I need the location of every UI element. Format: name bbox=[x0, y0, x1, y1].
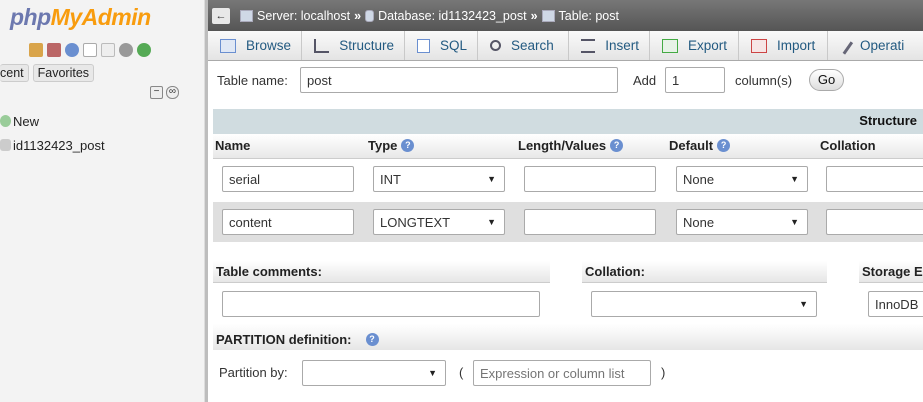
columns-header-row: Name Type? Length/Values? Default? Colla… bbox=[213, 134, 923, 159]
table-name-input[interactable] bbox=[300, 67, 618, 93]
breadcrumb-bar: ← Server: localhost » Database: id113242… bbox=[208, 0, 923, 31]
dropdown-arrow-icon: ▼ bbox=[799, 299, 808, 309]
column-name-input[interactable] bbox=[222, 166, 354, 192]
search-icon bbox=[490, 40, 501, 51]
dropdown-arrow-icon: ▼ bbox=[487, 217, 496, 227]
dropdown-arrow-icon: ▼ bbox=[790, 174, 799, 184]
column-default-select[interactable]: None ▼ bbox=[676, 209, 808, 235]
import-icon bbox=[751, 38, 767, 53]
database-icon bbox=[365, 9, 375, 22]
add-label: Add bbox=[633, 73, 657, 88]
partition-expression-input[interactable] bbox=[473, 360, 651, 386]
tab-insert[interactable]: Insert bbox=[569, 31, 650, 60]
partition-heading: PARTITION definition: ? bbox=[213, 324, 923, 350]
structure-icon bbox=[314, 38, 330, 53]
collapse-all-icon[interactable]: − bbox=[150, 86, 163, 99]
column-default-select[interactable]: None ▼ bbox=[676, 166, 808, 192]
breadcrumb-server[interactable]: Server: localhost bbox=[240, 9, 350, 23]
name-header: Name bbox=[215, 138, 251, 153]
breadcrumb-table[interactable]: Table: post bbox=[541, 9, 619, 23]
tree-item-database[interactable]: id1132423_post bbox=[0, 133, 105, 157]
column-row: INT▼ None▼ bbox=[213, 159, 923, 199]
dropdown-arrow-icon: ▼ bbox=[487, 174, 496, 184]
dropdown-arrow-icon: ▼ bbox=[428, 368, 437, 378]
column-type-select[interactable]: LONGTEXT ▼ bbox=[373, 209, 505, 235]
tab-export[interactable]: Export bbox=[650, 31, 739, 60]
help-icon[interactable]: ? bbox=[610, 139, 624, 152]
browse-icon bbox=[220, 38, 236, 53]
link-icon[interactable]: ∞ bbox=[166, 86, 179, 99]
column-type-select[interactable]: INT ▼ bbox=[373, 166, 505, 192]
structure-heading: Structure bbox=[213, 109, 923, 134]
table-name-label: Table name: bbox=[217, 73, 288, 88]
table-icon bbox=[541, 9, 555, 22]
help-icon[interactable]: ? bbox=[401, 139, 415, 152]
storage-engine-heading: Storage E bbox=[859, 261, 923, 283]
wrench-icon bbox=[836, 36, 854, 55]
settings-gear-icon[interactable] bbox=[119, 43, 133, 57]
nav-icon-bar bbox=[29, 43, 151, 57]
new-db-icon bbox=[0, 115, 11, 127]
table-comments-input[interactable] bbox=[222, 291, 540, 317]
reload-icon[interactable] bbox=[137, 43, 151, 57]
help-icon[interactable]: ? bbox=[365, 332, 379, 346]
insert-icon bbox=[581, 38, 596, 53]
table-collation-select[interactable]: ▼ bbox=[591, 291, 817, 317]
help-icon[interactable] bbox=[65, 43, 79, 57]
create-table-form: Table name: Add column(s) Go Structure N… bbox=[208, 61, 923, 402]
columns-label: column(s) bbox=[735, 73, 793, 88]
logout-icon[interactable] bbox=[47, 43, 61, 57]
partition-by-select[interactable]: ▼ bbox=[302, 360, 446, 386]
column-row: LONGTEXT▼ None▼ bbox=[213, 202, 923, 242]
storage-engine-select[interactable]: InnoDB bbox=[868, 291, 923, 317]
phpmyadmin-logo[interactable]: phpMyAdmin bbox=[10, 4, 151, 31]
tab-browse[interactable]: Browse bbox=[208, 31, 302, 60]
table-comments-heading: Table comments: bbox=[213, 261, 550, 283]
tab-sql[interactable]: SQL bbox=[405, 31, 478, 60]
open-paren: ( bbox=[459, 365, 464, 380]
export-icon bbox=[662, 38, 678, 53]
close-paren: ) bbox=[661, 365, 666, 380]
recent-tab[interactable]: cent bbox=[0, 64, 29, 82]
breadcrumb-database[interactable]: Database: id1132423_post bbox=[365, 9, 527, 23]
default-header: Default? bbox=[669, 138, 731, 153]
collation-header: Collation bbox=[820, 138, 876, 153]
column-name-input[interactable] bbox=[222, 209, 354, 235]
column-length-input[interactable] bbox=[524, 166, 656, 192]
docs-icon[interactable] bbox=[83, 43, 97, 57]
help-icon[interactable]: ? bbox=[717, 139, 731, 152]
home-icon[interactable] bbox=[29, 43, 43, 57]
tab-search[interactable]: Search bbox=[478, 31, 569, 60]
type-header: Type? bbox=[368, 138, 415, 153]
tab-structure[interactable]: Structure bbox=[302, 31, 405, 60]
partition-by-label: Partition by: bbox=[219, 365, 288, 380]
column-collation-select[interactable] bbox=[826, 166, 923, 192]
database-tree: New id1132423_post bbox=[0, 109, 105, 157]
tab-operations[interactable]: Operati bbox=[828, 31, 923, 60]
add-columns-input[interactable] bbox=[665, 67, 725, 93]
sql-icon bbox=[417, 38, 430, 53]
collapse-arrow-icon[interactable]: ← bbox=[212, 7, 230, 24]
database-icon bbox=[0, 139, 11, 151]
go-button[interactable]: Go bbox=[809, 69, 844, 91]
table-menu: Browse Structure SQL Search Insert Expor… bbox=[208, 31, 923, 61]
dropdown-arrow-icon: ▼ bbox=[790, 217, 799, 227]
column-length-input[interactable] bbox=[524, 209, 656, 235]
navigation-panel: phpMyAdmin cent Favorites − ∞ New id1132… bbox=[0, 0, 205, 402]
column-collation-select[interactable] bbox=[826, 209, 923, 235]
tab-import[interactable]: Import bbox=[739, 31, 828, 60]
table-collation-heading: Collation: bbox=[582, 261, 827, 283]
copy-icon[interactable] bbox=[101, 43, 115, 57]
tree-item-new[interactable]: New bbox=[0, 109, 105, 133]
favorites-tab[interactable]: Favorites bbox=[32, 64, 95, 82]
server-icon bbox=[240, 9, 253, 22]
length-header: Length/Values? bbox=[518, 138, 624, 153]
